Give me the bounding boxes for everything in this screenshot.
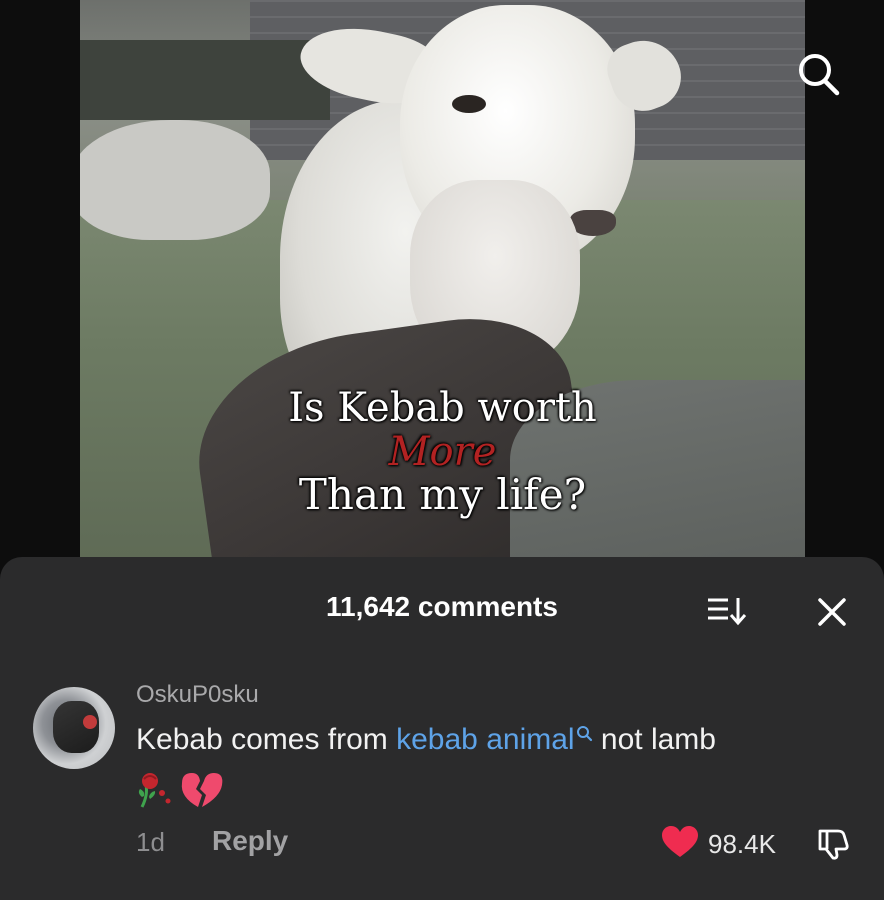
avatar-detail bbox=[83, 715, 97, 729]
like-count: 98.4K bbox=[708, 829, 776, 859]
link-search-icon[interactable] bbox=[575, 725, 593, 743]
comments-sheet: 11,642 comments OskuP0sku Kebab comes fr… bbox=[0, 557, 884, 900]
video-caption-line-1: Is Kebab worth bbox=[288, 385, 597, 431]
comment-username[interactable]: OskuP0sku bbox=[136, 681, 259, 709]
heart-icon[interactable] bbox=[660, 825, 700, 859]
background-sheep bbox=[80, 120, 270, 240]
comment-text-before: Kebab comes from bbox=[136, 723, 397, 756]
comment-text: Kebab comes from kebab animal not lamb bbox=[136, 723, 716, 757]
lamb-eye bbox=[452, 95, 486, 113]
close-icon[interactable] bbox=[815, 595, 849, 629]
comment-timestamp: 1d bbox=[136, 827, 165, 857]
search-icon[interactable] bbox=[793, 50, 845, 100]
comments-count: 11,642 comments bbox=[326, 591, 558, 622]
video-caption-line-2: More bbox=[388, 429, 497, 475]
comment-link-text[interactable]: kebab animal bbox=[396, 723, 574, 756]
hedge-background bbox=[80, 40, 330, 120]
reply-button[interactable]: Reply bbox=[212, 825, 288, 857]
video-caption-line-3: Than my life? bbox=[298, 470, 587, 519]
avatar[interactable] bbox=[33, 687, 115, 769]
lamb-nose bbox=[570, 210, 616, 236]
dislike-icon[interactable] bbox=[816, 825, 852, 861]
comment-text-after: not lamb bbox=[592, 723, 716, 756]
video-player[interactable]: Is Kebab worth More Than my life? bbox=[80, 0, 805, 557]
comment-search-link[interactable]: kebab animal bbox=[396, 723, 592, 756]
sort-icon[interactable] bbox=[706, 594, 748, 628]
rose-and-broken-heart-emoji bbox=[138, 773, 223, 808]
